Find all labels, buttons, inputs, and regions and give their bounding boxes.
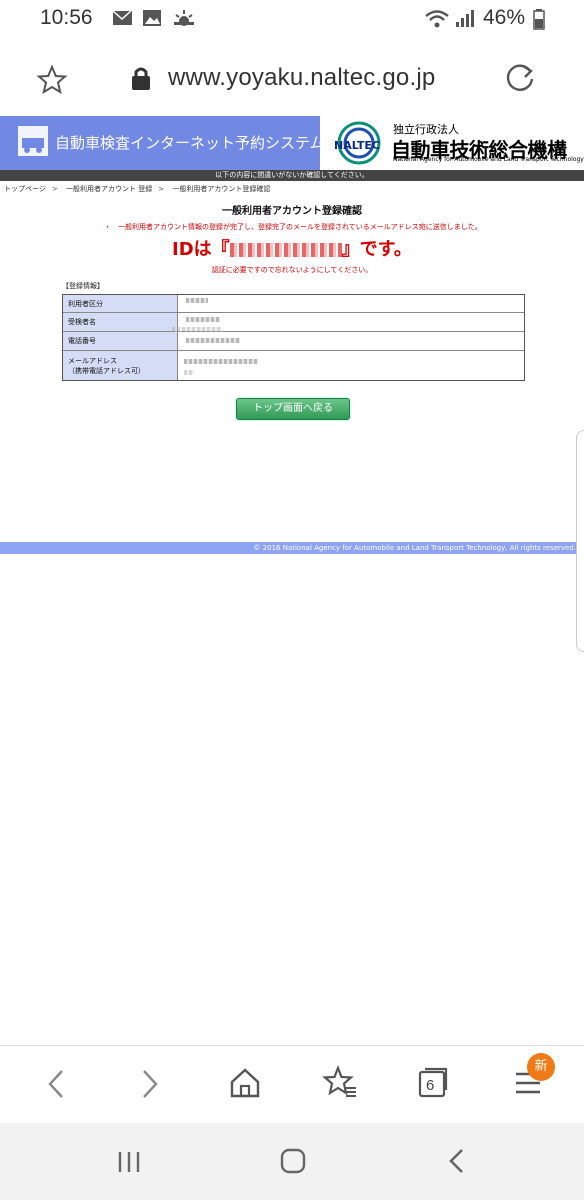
home-icon[interactable] <box>228 1066 262 1100</box>
table-row: 利用者区分 <box>63 295 524 313</box>
row-value <box>178 295 524 312</box>
warning-text: 認証に必要ですので忘れないようにしてください。 <box>211 266 373 274</box>
battery-icon <box>533 9 545 30</box>
row-label-sub: （携帯電話アドレス可） <box>68 366 145 375</box>
breadcrumb-separator: > <box>158 185 165 193</box>
copyright-text: © 2016 National Agency for Automobile an… <box>253 544 576 552</box>
bookmarks-icon[interactable] <box>320 1064 358 1100</box>
table-row: 電話番号 <box>63 332 524 351</box>
row-label: 電話番号 <box>63 332 178 350</box>
back-to-top-button[interactable]: トップ画面へ戻る <box>236 398 350 420</box>
url-text[interactable]: www.yoyaku.naltec.go.jp <box>168 64 435 92</box>
row-label: 利用者区分 <box>63 295 178 312</box>
system-back-icon[interactable] <box>445 1146 469 1176</box>
id-prefix: IDは『 <box>172 239 230 260</box>
row-label: メールアドレス （携帯電話アドレス可） <box>63 351 178 380</box>
status-bar: 10:56 46% <box>0 0 584 40</box>
row-value <box>178 332 524 350</box>
registration-info-table: 利用者区分 受検者名 電話番号 メールアドレス （携帯電話アドレス可） <box>62 294 525 381</box>
signal-icon <box>456 10 474 27</box>
new-badge: 新 <box>527 1053 555 1081</box>
lock-icon <box>132 67 150 90</box>
scroll-handle[interactable] <box>576 430 584 652</box>
table-row: メールアドレス （携帯電話アドレス可） <box>63 351 524 380</box>
browser-toolbar <box>0 1045 584 1124</box>
status-time: 10:56 <box>40 6 93 29</box>
user-id-line: IDは『 』です。 <box>172 235 412 261</box>
forward-arrow-icon[interactable] <box>138 1068 162 1100</box>
naltec-logo-text: NALTEC <box>334 139 380 152</box>
address-bar: www.yoyaku.naltec.go.jp <box>0 40 584 116</box>
reload-icon[interactable] <box>503 62 537 96</box>
page-title: 一般利用者アカウント登録確認 <box>222 206 362 217</box>
org-english: National Agency for Automobile and Land … <box>393 156 584 163</box>
breadcrumb-separator: > <box>51 185 58 193</box>
image-icon <box>143 10 161 26</box>
section-label: 【登録情報】 <box>62 282 104 290</box>
breadcrumb-item-registration[interactable]: 一般利用者アカウント 登録 <box>66 185 152 193</box>
row-label-main: メールアドレス <box>68 356 117 365</box>
table-row: 受検者名 <box>63 313 524 332</box>
recent-apps-icon[interactable] <box>115 1148 145 1176</box>
breadcrumb-item-current: 一般利用者アカウント登録確認 <box>172 185 271 193</box>
row-value <box>172 313 524 332</box>
redacted-id <box>229 243 342 257</box>
back-arrow-icon[interactable] <box>44 1068 68 1100</box>
home-button-icon[interactable] <box>278 1146 308 1176</box>
wifi-icon <box>425 10 449 28</box>
star-icon[interactable] <box>36 64 68 96</box>
row-label: 受検者名 <box>63 313 178 331</box>
breadcrumb: トップページ > 一般利用者アカウント 登録 > 一般利用者アカウント登録確認 <box>4 184 276 194</box>
notice-text: 以下の内容に間違いがないか確認してください。 <box>215 171 369 179</box>
mail-icon <box>112 10 132 25</box>
tab-count: 6 <box>426 1077 435 1094</box>
site-logo-icon <box>18 126 48 156</box>
id-suffix: 』です。 <box>341 239 412 260</box>
weather-icon <box>174 10 194 26</box>
breadcrumb-item-top[interactable]: トップページ <box>4 185 46 193</box>
completion-message: ・ 一般利用者アカウント情報の登録が完了し、登録完了のメールを登録されているメー… <box>104 223 482 231</box>
row-value <box>178 351 524 380</box>
battery-percent: 46% <box>483 6 526 29</box>
system-title: 自動車検査インターネット予約システム <box>55 134 325 152</box>
